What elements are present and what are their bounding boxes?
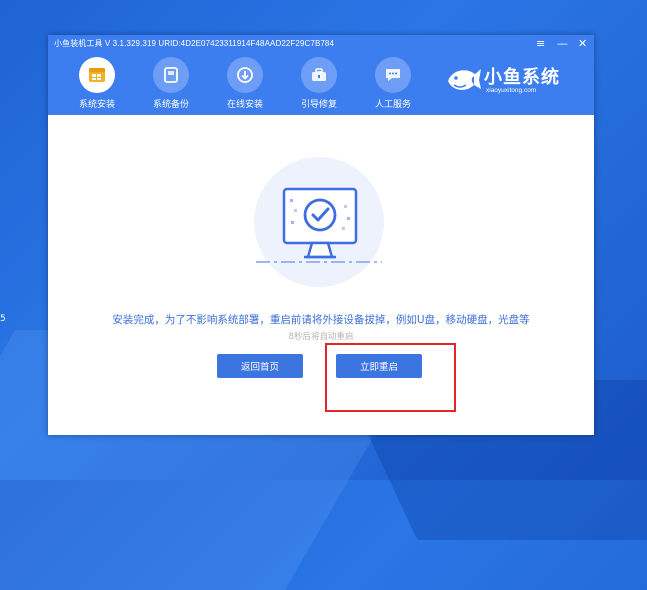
install-complete-message: 安装完成，为了不影响系统部署，重启前请将外接设备拔掉，例如U盘，移动硬盘，光盘等 [112,314,530,326]
annotation-highlight-box [325,343,456,412]
minimize-button[interactable]: — [557,37,568,51]
nav-label: 系统备份 [152,100,189,110]
brand-url: xiaoyuxitong.com [486,87,537,94]
nav-label: 引导修复 [300,100,337,110]
app-window: 小鱼装机工具 V 3.1.329.319 URID:4D2E0742331191… [48,35,594,435]
toolbox-icon [301,57,337,93]
nav-item-online-install[interactable]: 在线安装 [208,57,282,110]
brand-logo: 小鱼系统 xiaoyuxitong.com [444,61,574,101]
close-button[interactable]: ✕ [578,37,587,51]
desktop-icon-label: 5 [0,314,6,324]
nav-item-manual-service[interactable]: 人工服务 [356,57,430,110]
back-home-button[interactable]: 返回首页 [217,354,303,378]
nav-label: 系统安装 [78,100,115,110]
nav-item-system-backup[interactable]: 系统备份 [134,57,208,110]
chat-icon [375,57,411,93]
nav-label: 人工服务 [374,100,411,110]
fish-logo-icon [448,69,481,90]
windows-icon [79,57,115,93]
window-title: 小鱼装机工具 V 3.1.329.319 URID:4D2E0742331191… [54,39,335,48]
nav-item-system-install[interactable]: 系统安装 [60,57,134,110]
install-complete-illustration [254,157,384,287]
nav-item-boot-repair[interactable]: 引导修复 [282,57,356,110]
nav-label: 在线安装 [226,100,263,110]
backup-icon [153,57,189,93]
download-icon [227,57,263,93]
menu-button[interactable]: ≡ [536,37,545,51]
restart-countdown: 8秒后将自动重启 [288,332,354,342]
title-bar: 小鱼装机工具 V 3.1.329.319 URID:4D2E0742331191… [48,35,594,115]
brand-name: 小鱼系统 [484,67,560,88]
main-nav: 系统安装 系统备份 在线安装 引导修复 人工服务 [60,57,430,110]
